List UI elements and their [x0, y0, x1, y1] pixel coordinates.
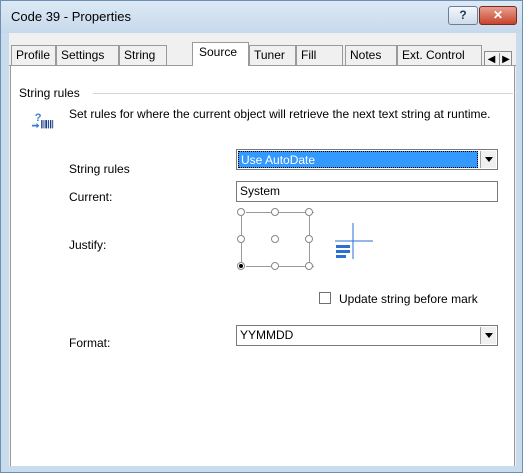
justify-bottom-left-radio[interactable] — [237, 262, 245, 270]
close-button[interactable]: ✕ — [479, 6, 517, 25]
tab-source[interactable]: Source — [192, 42, 249, 66]
justify-grid-line — [246, 266, 314, 267]
barcode-rules-icon: ? — [31, 112, 54, 129]
tab-label: Notes — [350, 48, 382, 62]
tab-tuner[interactable]: Tuner — [249, 45, 296, 65]
source-tab-page: String rules ? Set rules for where the c… — [10, 66, 515, 466]
help-icon: ? — [459, 8, 467, 22]
tab-label: Fill — [301, 48, 317, 62]
tab-label: Ext. Control — [402, 48, 465, 62]
current-label: Current: — [69, 190, 113, 204]
justify-top-left-radio[interactable] — [237, 208, 245, 216]
tab-label: Profile — [16, 48, 51, 62]
justify-middle-center-radio[interactable] — [271, 235, 279, 243]
tab-label: String — [124, 48, 156, 62]
tab-strip: Profile Settings String Source Tuner Fil… — [9, 42, 516, 69]
string-rules-value: Use AutoDate — [238, 151, 478, 168]
format-value: YYMMDD — [240, 328, 294, 342]
tab-notes[interactable]: Notes — [345, 45, 397, 65]
string-rules-dropdown[interactable]: Use AutoDate — [236, 149, 498, 170]
update-string-label: Update string before mark — [339, 292, 478, 306]
tab-label: Source — [199, 45, 238, 59]
current-field[interactable]: System — [236, 181, 498, 202]
svg-text:?: ? — [35, 112, 42, 124]
tab-string[interactable]: String — [119, 45, 167, 65]
title-bar[interactable]: Code 39 - Properties ? ✕ — [1, 1, 522, 33]
justify-bottom-center-radio[interactable] — [271, 262, 279, 270]
format-label: Format: — [69, 336, 111, 350]
chevron-down-icon[interactable] — [480, 327, 496, 344]
update-string-checkbox[interactable] — [319, 292, 331, 304]
justify-middle-right-radio[interactable] — [305, 235, 313, 243]
group-title: String rules — [19, 86, 84, 100]
tab-settings[interactable]: Settings — [56, 45, 119, 65]
string-rules-label: String rules — [69, 162, 130, 176]
group-description: Set rules for where the current object w… — [69, 107, 491, 121]
justify-grid-line — [246, 212, 314, 213]
help-button[interactable]: ? — [448, 6, 478, 25]
justify-top-center-radio[interactable] — [271, 208, 279, 216]
chevron-down-icon[interactable] — [480, 151, 496, 168]
justify-middle-left-radio[interactable] — [237, 235, 245, 243]
tab-label: Settings — [61, 48, 105, 62]
group-divider — [93, 93, 513, 94]
close-icon: ✕ — [492, 8, 504, 22]
tab-profile[interactable]: Profile — [11, 45, 56, 65]
justify-label: Justify: — [69, 238, 107, 252]
justify-preview-icon — [335, 223, 373, 259]
window-title: Code 39 - Properties — [11, 9, 131, 24]
tab-fill[interactable]: Fill — [296, 45, 343, 65]
tab-label: Tuner — [254, 48, 285, 62]
justify-bottom-right-radio[interactable] — [305, 262, 313, 270]
dialog-client: Profile Settings String Source Tuner Fil… — [9, 33, 516, 466]
justify-top-right-radio[interactable] — [305, 208, 313, 216]
format-dropdown[interactable]: YYMMDD — [236, 325, 498, 346]
properties-window: Code 39 - Properties ? ✕ Profile Setting… — [0, 0, 523, 473]
tab-ext-control[interactable]: Ext. Control — [397, 45, 482, 65]
